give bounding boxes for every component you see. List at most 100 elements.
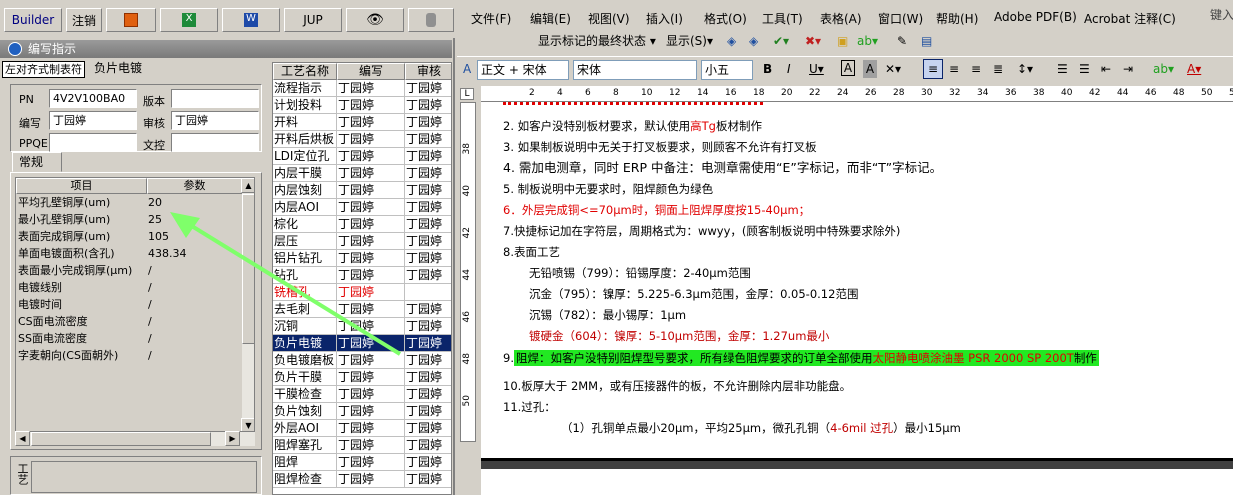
reject-change-icon[interactable]: ✖▾ bbox=[805, 32, 821, 50]
version-field[interactable] bbox=[171, 89, 259, 108]
process-name: 阻焊塞孔 bbox=[273, 437, 337, 453]
style-box[interactable]: 正文 + 宋体 bbox=[477, 60, 569, 80]
list-item[interactable]: 内层蚀刻 丁园婷 丁园婷 bbox=[273, 182, 451, 199]
param-hscroll-thumb[interactable] bbox=[31, 432, 211, 446]
list-header-reviewer[interactable]: 审核 bbox=[405, 63, 451, 80]
help-search[interactable]: 键入问 bbox=[1207, 6, 1233, 26]
show-button[interactable]: 显示(S)▾ bbox=[663, 32, 719, 52]
align-center-icon[interactable]: ≡ bbox=[949, 60, 959, 78]
highlight-icon[interactable]: ab▾ bbox=[857, 32, 878, 50]
process-reviewer: 丁园婷 bbox=[405, 80, 451, 96]
highlight-color-icon[interactable]: ab▾ bbox=[1153, 60, 1174, 78]
scroll-left-icon[interactable]: ◀ bbox=[15, 431, 30, 446]
excel-button[interactable]: X bbox=[160, 8, 218, 32]
list-item[interactable]: LDI定位孔 丁园婷 丁园婷 bbox=[273, 148, 451, 165]
numbering-icon[interactable]: ☰ bbox=[1057, 60, 1068, 78]
font-box[interactable]: 宋体 bbox=[573, 60, 697, 80]
list-item[interactable]: 负片蚀刻 丁园婷 丁园婷 bbox=[273, 403, 451, 420]
menu-item[interactable]: 视图(V) bbox=[588, 10, 630, 27]
list-item[interactable]: 流程指示 丁园婷 丁园婷 bbox=[273, 80, 451, 97]
param-row[interactable]: 平均孔壁铜厚(um) 20 bbox=[16, 194, 242, 211]
process-author: 丁园婷 bbox=[337, 369, 405, 385]
tab-stop-icon[interactable]: L bbox=[460, 88, 474, 100]
param-header-value[interactable]: 参数 bbox=[147, 178, 242, 194]
ppqe-field[interactable] bbox=[49, 133, 137, 152]
char-scale-button[interactable]: ✕▾ bbox=[885, 60, 901, 78]
word-button[interactable]: W bbox=[222, 8, 280, 32]
increase-indent-icon[interactable]: ⇥ bbox=[1123, 60, 1133, 78]
line2-red: 高Tg bbox=[690, 119, 716, 133]
list-item[interactable]: 计划投料 丁园婷 丁园婷 bbox=[273, 97, 451, 114]
menu-item[interactable]: 表格(A) bbox=[820, 10, 862, 27]
param-value[interactable]: 20 bbox=[148, 194, 242, 211]
prev-change-icon[interactable]: ◈ bbox=[727, 32, 736, 50]
list-header-process[interactable]: 工艺名称 bbox=[273, 63, 337, 80]
line-spacing-icon[interactable]: ↕▾ bbox=[1017, 60, 1033, 78]
tab-left-align[interactable]: 左对齐式制表符 bbox=[2, 61, 85, 78]
size-box[interactable]: 小五 bbox=[701, 60, 753, 80]
align-left-icon[interactable]: ≡ bbox=[923, 59, 943, 79]
scroll-right-icon[interactable]: ▶ bbox=[225, 431, 240, 446]
ppt-button[interactable] bbox=[106, 8, 156, 32]
bullets-icon[interactable]: ☰ bbox=[1079, 60, 1090, 78]
doc-control-field[interactable] bbox=[171, 133, 259, 152]
bold-button[interactable]: B bbox=[763, 60, 772, 78]
menu-item[interactable]: 窗口(W) bbox=[878, 10, 923, 27]
list-item[interactable]: 开料后烘板 丁园婷 丁园婷 bbox=[273, 131, 451, 148]
doc-line-enig: 沉金（795）：镍厚：5.225-6.3μm范围，金厚：0.05-0.12范围 bbox=[529, 287, 859, 301]
list-item[interactable]: 开料 丁园婷 丁园婷 bbox=[273, 114, 451, 131]
italic-button[interactable]: I bbox=[787, 60, 791, 78]
builder-button[interactable]: Builder bbox=[4, 8, 62, 32]
underline-button[interactable]: U▾ bbox=[809, 60, 824, 78]
vruler-number: 44 bbox=[462, 269, 472, 281]
scroll-down-icon[interactable]: ▼ bbox=[241, 418, 254, 431]
char-shading-button[interactable]: A bbox=[863, 60, 877, 78]
ppqe-label: PPQE bbox=[19, 137, 48, 150]
database-button[interactable] bbox=[408, 8, 454, 32]
track-changes-icon[interactable]: ✎ bbox=[897, 32, 907, 50]
document-page[interactable]: 2. 如客户没特别板材要求，默认使用高Tg板材制作 3. 如果制板说明中无关于打… bbox=[481, 102, 1233, 495]
param-hscroll[interactable]: ◀ ▶ bbox=[15, 431, 255, 446]
menu-item[interactable]: 文件(F) bbox=[471, 10, 511, 27]
param-header-item[interactable]: 项目 bbox=[16, 178, 147, 194]
undo-button[interactable]: 注销 bbox=[66, 8, 102, 32]
char-border-button[interactable]: A bbox=[841, 60, 855, 76]
menu-item[interactable]: 插入(I) bbox=[646, 10, 683, 27]
tab-negative-plating[interactable]: 负片电镀 bbox=[92, 61, 144, 78]
menu-item[interactable]: Acrobat 注释(C) bbox=[1084, 10, 1176, 27]
menu-item[interactable]: 工具(T) bbox=[762, 10, 803, 27]
menu-item[interactable]: 编辑(E) bbox=[530, 10, 571, 27]
list-item[interactable]: 外层AOI 丁园婷 丁园婷 bbox=[273, 420, 451, 437]
decrease-indent-icon[interactable]: ⇤ bbox=[1101, 60, 1111, 78]
param-item: 平均孔壁铜厚(um) bbox=[18, 196, 111, 209]
ruler-number: 48 bbox=[1173, 88, 1185, 98]
list-item[interactable]: 负片干膜 丁园婷 丁园婷 bbox=[273, 369, 451, 386]
list-item[interactable]: 内层干膜 丁园婷 丁园婷 bbox=[273, 165, 451, 182]
reviewing-pane-icon[interactable]: ▤ bbox=[921, 32, 932, 50]
justify-icon[interactable]: ≣ bbox=[993, 60, 1003, 78]
align-right-icon[interactable]: ≡ bbox=[971, 60, 981, 78]
pn-field[interactable]: 4V2V100BA0 bbox=[49, 89, 137, 108]
styles-icon[interactable]: A bbox=[463, 60, 471, 78]
menu-item[interactable]: Adobe PDF(B) bbox=[994, 10, 1077, 24]
preview-button[interactable]: 👁 bbox=[346, 8, 404, 32]
jup-button[interactable]: JUP bbox=[284, 8, 342, 32]
list-item[interactable]: 阻焊 丁园婷 丁园婷 bbox=[273, 454, 451, 471]
eye-icon: 👁 bbox=[366, 12, 384, 28]
vruler-number: 46 bbox=[462, 311, 472, 323]
list-header-author[interactable]: 编写 bbox=[337, 63, 405, 80]
reviewer-field[interactable]: 丁园婷 bbox=[171, 111, 259, 130]
comment-icon[interactable]: ▣ bbox=[837, 32, 848, 50]
list-item[interactable]: 阻焊塞孔 丁园婷 丁园婷 bbox=[273, 437, 451, 454]
menu-item[interactable]: 格式(O) bbox=[704, 10, 747, 27]
font-color-icon[interactable]: A▾ bbox=[1187, 60, 1201, 78]
tab-normal[interactable]: 常规 bbox=[12, 152, 62, 172]
menu-item[interactable]: 帮助(H) bbox=[936, 10, 978, 27]
accept-change-icon[interactable]: ✔▾ bbox=[773, 32, 789, 50]
list-item[interactable]: 干膜检查 丁园婷 丁园婷 bbox=[273, 386, 451, 403]
scroll-up-icon[interactable]: ▲ bbox=[241, 178, 254, 193]
author-field[interactable]: 丁园婷 bbox=[49, 111, 137, 130]
list-item[interactable]: 阻焊检查 丁园婷 丁园婷 bbox=[273, 471, 451, 488]
markup-select[interactable]: 显示标记的最终状态 ▾ bbox=[535, 32, 659, 52]
next-change-icon[interactable]: ◈ bbox=[749, 32, 758, 50]
